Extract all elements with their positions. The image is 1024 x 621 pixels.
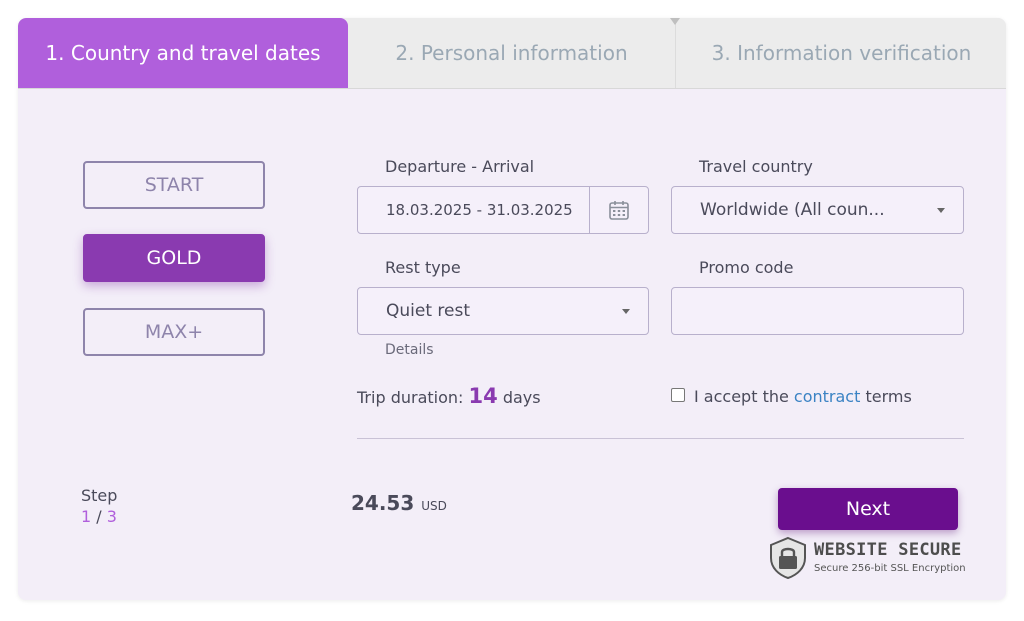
total-price: 24.53 USD (351, 491, 447, 515)
step-separator: / (96, 507, 102, 526)
divider (357, 438, 964, 439)
price-currency: USD (421, 499, 447, 513)
trip-duration-label: Trip duration: (357, 388, 464, 407)
plan-max-button[interactable]: MAX+ (83, 308, 265, 356)
step-current: 1 (81, 507, 92, 526)
dates-label: Departure - Arrival (385, 157, 535, 176)
promo-code-label: Promo code (699, 258, 794, 277)
trip-duration-unit: days (502, 388, 541, 407)
chevron-down-icon (622, 309, 630, 314)
plan-gold-button[interactable]: GOLD (83, 234, 265, 282)
tab-country-dates[interactable]: 1. Country and travel dates (18, 18, 348, 88)
step-tabs: 1. Country and travel dates 2. Personal … (18, 18, 1006, 89)
booking-form-card: 1. Country and travel dates 2. Personal … (18, 18, 1006, 600)
website-secure-badge: WEBSITE SECURE Secure 256-bit SSL Encryp… (768, 536, 966, 580)
step-total: 3 (106, 507, 117, 526)
country-value: Worldwide (All coun... (700, 200, 885, 220)
contract-link[interactable]: contract (794, 387, 860, 406)
date-range-field[interactable]: 18.03.2025 - 31.03.2025 (357, 186, 649, 234)
secure-title: WEBSITE SECURE (814, 540, 962, 560)
rest-type-select[interactable]: Quiet rest (357, 287, 649, 335)
next-button[interactable]: Next (778, 488, 958, 530)
lock-shield-icon (770, 536, 806, 580)
country-select[interactable]: Worldwide (All coun... (671, 186, 964, 234)
tab-verification[interactable]: 3. Information verification (675, 18, 1006, 88)
country-label: Travel country (699, 157, 813, 176)
step-counter: 1 / 3 (81, 507, 117, 526)
calendar-icon (609, 201, 629, 220)
rest-type-value: Quiet rest (386, 301, 471, 321)
details-link[interactable]: Details (385, 342, 434, 358)
calendar-button[interactable] (589, 187, 648, 233)
trip-duration: Trip duration: 14 days (357, 384, 541, 408)
secure-subtitle: Secure 256-bit SSL Encryption (814, 563, 966, 574)
chevron-down-icon (937, 208, 945, 213)
accept-terms-suffix: terms (865, 387, 912, 406)
accept-terms-checkbox[interactable] (671, 388, 685, 402)
step-label: Step (81, 486, 118, 505)
tab-notch-marker (670, 18, 680, 25)
date-range-value: 18.03.2025 - 31.03.2025 (386, 201, 573, 219)
tab-personal-info[interactable]: 2. Personal information (348, 18, 675, 88)
accept-terms-text: I accept the contract terms (694, 387, 912, 406)
promo-code-input[interactable] (671, 287, 964, 335)
plan-start-button[interactable]: START (83, 161, 265, 209)
rest-type-label: Rest type (385, 258, 461, 277)
accept-terms-prefix: I accept the (694, 387, 789, 406)
price-amount: 24.53 (351, 491, 415, 515)
trip-duration-value: 14 (468, 384, 498, 408)
